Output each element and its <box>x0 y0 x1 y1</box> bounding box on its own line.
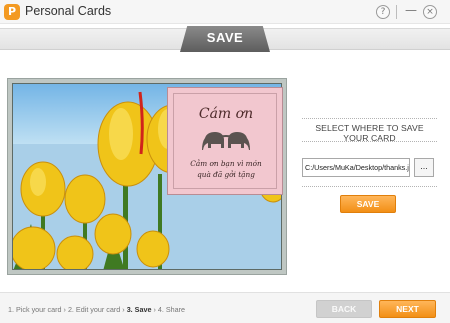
breadcrumb-separator: › <box>63 305 66 314</box>
save-button[interactable]: SAVE <box>340 195 396 213</box>
breadcrumb-step-save: 3. Save <box>126 305 152 314</box>
card-message-line2: quà đã gởi tặng <box>197 170 255 179</box>
app-logo-icon: P <box>4 4 20 20</box>
titlebar-divider <box>396 5 397 19</box>
close-button[interactable]: × <box>423 5 437 19</box>
message-card: Cám ơn Cảm ơn bạn vì món quà đã gởi tặng <box>167 87 283 195</box>
minimize-button[interactable]: — <box>404 4 418 19</box>
browse-button[interactable]: ... <box>414 158 434 177</box>
step-title: SAVE <box>206 30 244 45</box>
message-card-border: Cám ơn Cảm ơn bạn vì món quà đã gởi tặng <box>173 93 277 189</box>
card-message-line1: Cảm ơn bạn vì món <box>190 159 262 168</box>
back-button[interactable]: BACK <box>316 300 372 318</box>
breadcrumb-separator: › <box>122 305 125 314</box>
app-title: Personal Cards <box>25 4 112 18</box>
card-message: Cảm ơn bạn vì món quà đã gởi tặng <box>174 158 278 180</box>
card-title: Cám ơn <box>198 106 254 122</box>
save-location-label: SELECT WHERE TO SAVE YOUR CARD <box>315 123 424 143</box>
breadcrumb-step-edit[interactable]: 2. Edit your card <box>68 305 120 314</box>
divider-middle <box>302 141 437 142</box>
help-button[interactable]: ? <box>376 5 390 19</box>
save-path-input[interactable]: C:/Users/MuKa/Desktop/thanks.jpg <box>302 158 410 177</box>
divider-bottom <box>302 186 437 187</box>
breadcrumb-step-share: 4. Share <box>157 305 186 314</box>
breadcrumb-step-pick[interactable]: 1. Pick your card <box>8 305 62 314</box>
next-button[interactable]: NEXT <box>379 300 436 318</box>
step-breadcrumb: 1. Pick your card › 2. Edit your card › … <box>8 305 185 314</box>
elephants-icon <box>202 132 250 150</box>
breadcrumb-separator: › <box>153 305 156 314</box>
divider-top <box>302 118 437 119</box>
